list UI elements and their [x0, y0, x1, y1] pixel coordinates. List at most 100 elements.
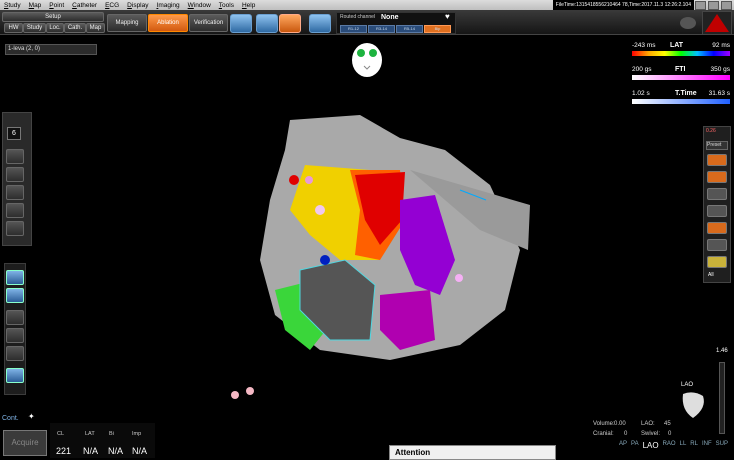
- bi-value: N/A: [108, 446, 124, 456]
- lat-value: N/A: [83, 446, 99, 456]
- view-rao[interactable]: RAO: [663, 441, 676, 453]
- tool-button[interactable]: [6, 167, 24, 182]
- zoom-value: 1.46: [716, 348, 728, 354]
- tab-study[interactable]: Study: [23, 23, 46, 33]
- warning-triangle-icon: [705, 14, 729, 32]
- all-layers-label[interactable]: All: [708, 272, 714, 278]
- view-ll[interactable]: LL: [680, 441, 687, 453]
- ablation-button[interactable]: Ablation: [148, 14, 188, 32]
- verification-button[interactable]: Verification: [189, 14, 228, 32]
- menu-window[interactable]: Window: [184, 2, 215, 9]
- lat-gradient-bar: [632, 51, 730, 56]
- menu-ecg[interactable]: ECG: [101, 2, 123, 9]
- fti-title: FTI: [675, 66, 686, 73]
- ghost-points: [230, 386, 256, 400]
- tool-button[interactable]: [6, 221, 24, 236]
- setup-button[interactable]: Setup: [2, 12, 104, 22]
- channel-segment[interactable]: R3-14: [368, 25, 395, 33]
- menu-study[interactable]: Study: [0, 2, 25, 9]
- left-view-panel: [4, 263, 26, 395]
- layer-toggle[interactable]: [707, 239, 727, 251]
- view-button[interactable]: [6, 328, 24, 343]
- tool-button[interactable]: [6, 149, 24, 164]
- tab-hw[interactable]: HW: [4, 23, 23, 33]
- triangle-icon[interactable]: [256, 14, 278, 33]
- right-tool-panel: 0.26 Preset All: [703, 126, 731, 283]
- view-button[interactable]: [6, 346, 24, 361]
- tab-cath[interactable]: Cath.: [64, 23, 86, 33]
- acquire-button[interactable]: Acquire: [3, 430, 47, 456]
- tool-button[interactable]: [6, 185, 24, 200]
- view-button[interactable]: [6, 368, 24, 383]
- menu-catheter[interactable]: Catheter: [68, 2, 101, 9]
- orientation-heart-icon[interactable]: LAO: [675, 382, 711, 422]
- layer-toggle[interactable]: [707, 154, 727, 166]
- cl-header: CL: [57, 431, 65, 437]
- menu-map[interactable]: Map: [25, 2, 46, 9]
- layer-toggle[interactable]: [707, 171, 727, 183]
- mapping-button[interactable]: Mapping: [107, 14, 147, 32]
- layer-toggle[interactable]: [707, 188, 727, 200]
- close-button[interactable]: [721, 1, 732, 10]
- tab-loc[interactable]: Loc.: [46, 23, 64, 33]
- layer-toggle[interactable]: [707, 222, 727, 234]
- minimize-button[interactable]: [695, 1, 706, 10]
- menu-imaging[interactable]: Imaging: [153, 2, 184, 9]
- monitor-icon[interactable]: [309, 14, 331, 33]
- ablation-point[interactable]: [305, 176, 313, 184]
- view-button[interactable]: [6, 270, 24, 285]
- lat-title: LAT: [670, 42, 684, 49]
- ttime-title: T.Time: [675, 90, 697, 97]
- view-button[interactable]: [6, 288, 24, 303]
- menu-point[interactable]: Point: [45, 2, 68, 9]
- layer-toggle[interactable]: [707, 256, 727, 268]
- view-sup[interactable]: SUP: [716, 441, 728, 453]
- menu-tools[interactable]: Tools: [215, 2, 238, 9]
- ablation-point[interactable]: [320, 255, 330, 265]
- right-panel-top-label: 0.26: [706, 128, 716, 134]
- lat-legend: -243 ms LAT 92 ms: [632, 42, 730, 62]
- view-inf[interactable]: INF: [702, 441, 712, 453]
- routed-channel-label: Routed channel: [340, 14, 376, 20]
- ttime-legend: 1.02 s T.Time 31.63 s: [632, 90, 730, 110]
- heart-status-icon: ♥: [445, 12, 450, 21]
- fti-min: 200 gs: [632, 66, 652, 73]
- channel-segment[interactable]: R5-14: [396, 25, 423, 33]
- volume-label: Volume:: [593, 421, 615, 427]
- view-pa[interactable]: PA: [631, 441, 639, 453]
- ttime-gradient-bar: [632, 99, 730, 104]
- left-tool-panel: 6: [2, 112, 32, 246]
- heart-icon[interactable]: [230, 14, 252, 33]
- volume-value: 0.00: [614, 421, 626, 427]
- face-orientation-icon[interactable]: [351, 42, 383, 78]
- menu-display[interactable]: Display: [123, 2, 152, 9]
- ablation-point[interactable]: [455, 274, 463, 282]
- magic-wand-icon[interactable]: ✦: [28, 412, 38, 422]
- ablation-point[interactable]: [315, 205, 325, 215]
- heart-display-icon: [678, 13, 698, 30]
- preset-dropdown[interactable]: Preset: [706, 141, 728, 150]
- zoom-slider[interactable]: [719, 362, 725, 434]
- view-button[interactable]: [6, 310, 24, 325]
- tab-map[interactable]: Map: [86, 23, 105, 33]
- ttime-min: 1.02 s: [632, 90, 650, 97]
- menu-help[interactable]: Help: [238, 2, 259, 9]
- view-rl[interactable]: RL: [690, 441, 698, 453]
- map-selector[interactable]: 1-leva (2, 0): [5, 44, 97, 55]
- view-buttons: AP PA LAO RAO LL RL INF SUP: [619, 441, 728, 453]
- restore-button[interactable]: [708, 1, 719, 10]
- electroanatomic-map[interactable]: [230, 110, 530, 370]
- channel-segment-bip[interactable]: Bip: [424, 25, 451, 33]
- image-settings-icon[interactable]: [279, 14, 301, 33]
- view-lao[interactable]: LAO: [643, 441, 659, 453]
- view-ap[interactable]: AP: [619, 441, 627, 453]
- tool-button[interactable]: [6, 203, 24, 218]
- counter-field[interactable]: 6: [7, 127, 21, 140]
- swivel-value: 0: [668, 431, 672, 437]
- channel-segment[interactable]: R1-12: [340, 25, 367, 33]
- cranial-label: Cranial:: [593, 431, 614, 437]
- cranial-value: 0: [624, 431, 628, 437]
- fti-gradient-bar: [632, 75, 730, 80]
- layer-toggle[interactable]: [707, 205, 727, 217]
- ablation-point[interactable]: [289, 175, 299, 185]
